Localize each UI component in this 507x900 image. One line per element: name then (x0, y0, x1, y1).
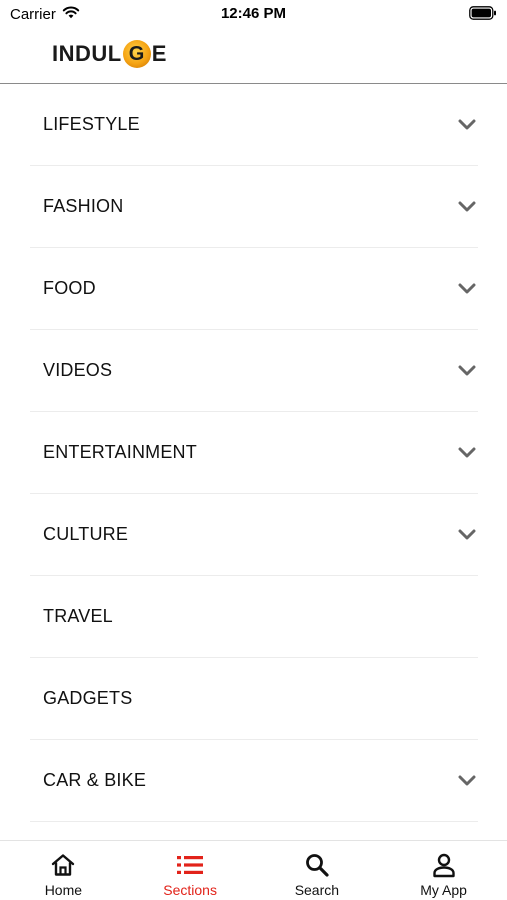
section-item-car-bike[interactable]: CAR & BIKE (30, 740, 478, 822)
app-header: INDUL G E (0, 28, 507, 84)
section-label: CAR & BIKE (43, 770, 147, 790)
section-label: VIDEOS (43, 360, 113, 380)
chevron-down-icon[interactable] (456, 278, 478, 300)
indulge-logo[interactable]: INDUL G E (52, 38, 167, 70)
tab-sections-label: Sections (163, 882, 217, 898)
section-label: FASHION (43, 196, 124, 216)
tab-home-label: Home (44, 882, 83, 898)
tab-search[interactable]: Search (254, 841, 381, 900)
logo-g-badge: G (122, 40, 151, 68)
section-list: LIFESTYLE FASHION FOOD VIDEOS ENTERTAINM… (30, 84, 478, 822)
tab-my-app[interactable]: My App (380, 841, 507, 900)
chevron-down-icon[interactable] (456, 442, 478, 464)
section-item-entertainment[interactable]: ENTERTAINMENT (30, 412, 478, 494)
chevron-down-icon[interactable] (456, 196, 478, 218)
logo-text-right: E (151, 41, 167, 66)
section-label: ENTERTAINMENT (43, 442, 197, 462)
section-item-videos[interactable]: VIDEOS (30, 330, 478, 412)
chevron-down-icon[interactable] (456, 524, 478, 546)
home-icon (49, 851, 77, 879)
list-icon (176, 851, 204, 879)
tab-home[interactable]: Home (0, 841, 127, 900)
chevron-down-icon[interactable] (456, 114, 478, 136)
section-label: FOOD (43, 278, 96, 298)
tab-sections[interactable]: Sections (127, 841, 254, 900)
app-screen: Carrier 12:46 PM INDUL G E LIFESTYLE FAS… (0, 0, 507, 900)
section-label: CULTURE (43, 524, 129, 544)
section-item-culture[interactable]: CULTURE (30, 494, 478, 576)
tab-search-label: Search (294, 882, 340, 898)
bottom-tab-bar: Home Sections Search My App (0, 840, 507, 900)
section-item-food[interactable]: FOOD (30, 248, 478, 330)
section-item-lifestyle[interactable]: LIFESTYLE (30, 84, 478, 166)
section-label: GADGETS (43, 688, 133, 708)
section-item-travel[interactable]: TRAVEL (30, 576, 478, 658)
logo-text-left: INDUL (52, 41, 122, 66)
section-item-fashion[interactable]: FASHION (30, 166, 478, 248)
section-item-gadgets[interactable]: GADGETS (30, 658, 478, 740)
tab-my-app-label: My App (420, 882, 467, 898)
chevron-down-icon[interactable] (456, 770, 478, 792)
person-icon (430, 851, 458, 879)
chevron-down-icon[interactable] (456, 360, 478, 382)
status-bar: Carrier 12:46 PM (0, 0, 507, 28)
section-label: TRAVEL (43, 606, 113, 626)
battery-icon (469, 6, 497, 20)
status-time: 12:46 PM (220, 5, 287, 22)
search-icon (303, 851, 331, 879)
section-label: LIFESTYLE (43, 114, 140, 134)
